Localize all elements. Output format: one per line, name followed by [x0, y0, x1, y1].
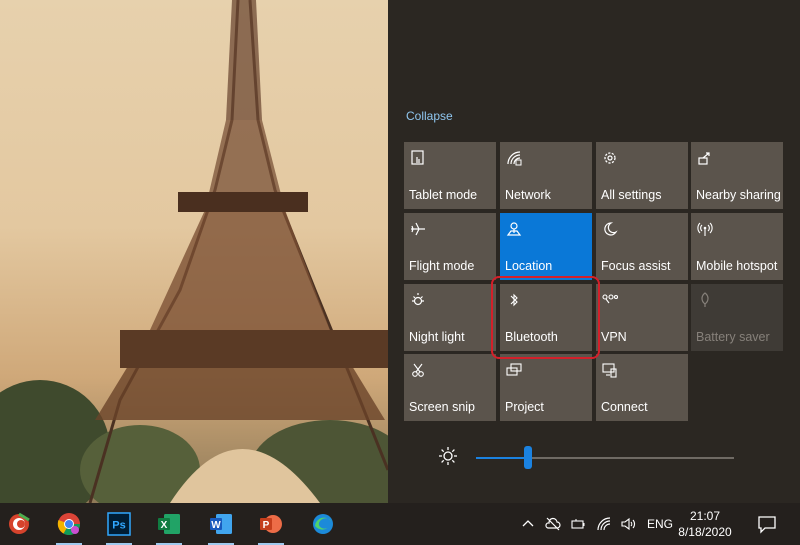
screen-snip-icon — [412, 363, 424, 377]
word-icon: W — [210, 514, 232, 534]
tile-all-settings[interactable]: All settings — [596, 142, 688, 209]
chevron-up-icon[interactable] — [520, 516, 536, 532]
tablet-mode-icon — [411, 150, 424, 165]
tile-network[interactable]: Network — [500, 142, 592, 209]
tile-project[interactable]: Project — [500, 354, 592, 421]
taskbar-app-edge[interactable] — [308, 509, 338, 539]
tile-flight-mode[interactable]: Flight mode — [404, 213, 496, 280]
tile-label: Nearby sharing — [696, 188, 781, 202]
tile-label: Battery saver — [696, 330, 770, 344]
photoshop-icon: Ps — [107, 512, 131, 536]
tile-label: Network — [505, 188, 551, 202]
vpn-icon — [602, 294, 618, 304]
moon-icon — [604, 222, 618, 236]
bluetooth-highlight-box — [491, 276, 600, 359]
network-icon — [507, 151, 522, 166]
taskbar: Ps X W P ENG 21:07 8/18/2020 — [0, 503, 800, 545]
eiffel-tower-image — [0, 0, 388, 503]
tile-label: Screen snip — [409, 400, 476, 414]
tile-label: Project — [505, 400, 544, 414]
tile-label: VPN — [601, 330, 627, 344]
language-indicator[interactable]: ENG — [647, 517, 673, 531]
tile-label: Connect — [601, 400, 648, 414]
tile-mobile-hotspot[interactable]: Mobile hotspot — [691, 213, 783, 280]
battery-saver-icon — [701, 292, 709, 307]
chrome-icon — [57, 513, 80, 535]
excel-icon: X — [158, 514, 180, 534]
battery-icon[interactable] — [570, 516, 586, 532]
tile-location[interactable]: Location — [500, 213, 592, 280]
tile-label: Mobile hotspot — [696, 259, 778, 273]
connect-icon — [602, 363, 617, 378]
clock[interactable]: 21:07 8/18/2020 — [672, 508, 738, 540]
tile-screen-snip[interactable]: Screen snip — [404, 354, 496, 421]
hotspot-icon — [697, 222, 713, 236]
collapse-link[interactable]: Collapse — [406, 109, 453, 123]
svg-text:X: X — [161, 520, 168, 531]
tile-label: All settings — [601, 188, 662, 202]
tile-connect[interactable]: Connect — [596, 354, 688, 421]
taskbar-app-chrome[interactable] — [54, 509, 84, 545]
airplane-icon — [411, 222, 425, 236]
ccleaner-icon — [9, 512, 30, 534]
tile-label: Flight mode — [409, 259, 475, 273]
project-icon — [506, 363, 522, 376]
clock-time: 21:07 — [689, 509, 721, 523]
edge-icon — [313, 514, 333, 534]
gear-icon — [604, 152, 616, 164]
location-icon — [506, 222, 522, 236]
tile-nearby-sharing[interactable]: Nearby sharing — [691, 142, 783, 209]
svg-text:W: W — [211, 520, 221, 531]
taskbar-app-ccleaner[interactable] — [4, 509, 34, 539]
brightness-icon — [439, 447, 457, 465]
svg-text:P: P — [263, 520, 270, 531]
taskbar-app-photoshop[interactable]: Ps — [104, 509, 134, 545]
brightness-slider-thumb[interactable] — [524, 446, 532, 469]
night-light-icon — [412, 293, 424, 306]
tile-label: Focus assist — [601, 259, 671, 273]
brightness-slider-fill — [476, 457, 528, 459]
taskbar-app-word[interactable]: W — [206, 509, 236, 545]
tile-battery-saver[interactable]: Battery saver — [691, 284, 783, 351]
svg-text:Ps: Ps — [112, 520, 125, 532]
clock-date: 8/18/2020 — [678, 525, 732, 539]
tile-night-light[interactable]: Night light — [404, 284, 496, 351]
tile-vpn[interactable]: VPN — [596, 284, 688, 351]
volume-icon[interactable] — [620, 516, 636, 532]
tile-label: Night light — [409, 330, 465, 344]
tile-focus-assist[interactable]: Focus assist — [596, 213, 688, 280]
notification-center-button[interactable] — [752, 509, 782, 539]
wifi-icon[interactable] — [596, 516, 612, 532]
powerpoint-icon: P — [260, 515, 282, 533]
taskbar-app-powerpoint[interactable]: P — [256, 509, 286, 545]
tile-label: Tablet mode — [409, 188, 478, 202]
tile-tablet-mode[interactable]: Tablet mode — [404, 142, 496, 209]
tile-label: Location — [505, 259, 553, 273]
brightness-slider-track[interactable] — [476, 457, 734, 459]
desktop-wallpaper — [0, 0, 388, 503]
speech-bubble-icon — [758, 516, 776, 534]
taskbar-app-excel[interactable]: X — [154, 509, 184, 545]
cloud-offline-icon[interactable] — [545, 516, 561, 532]
nearby-sharing-icon — [698, 152, 710, 165]
